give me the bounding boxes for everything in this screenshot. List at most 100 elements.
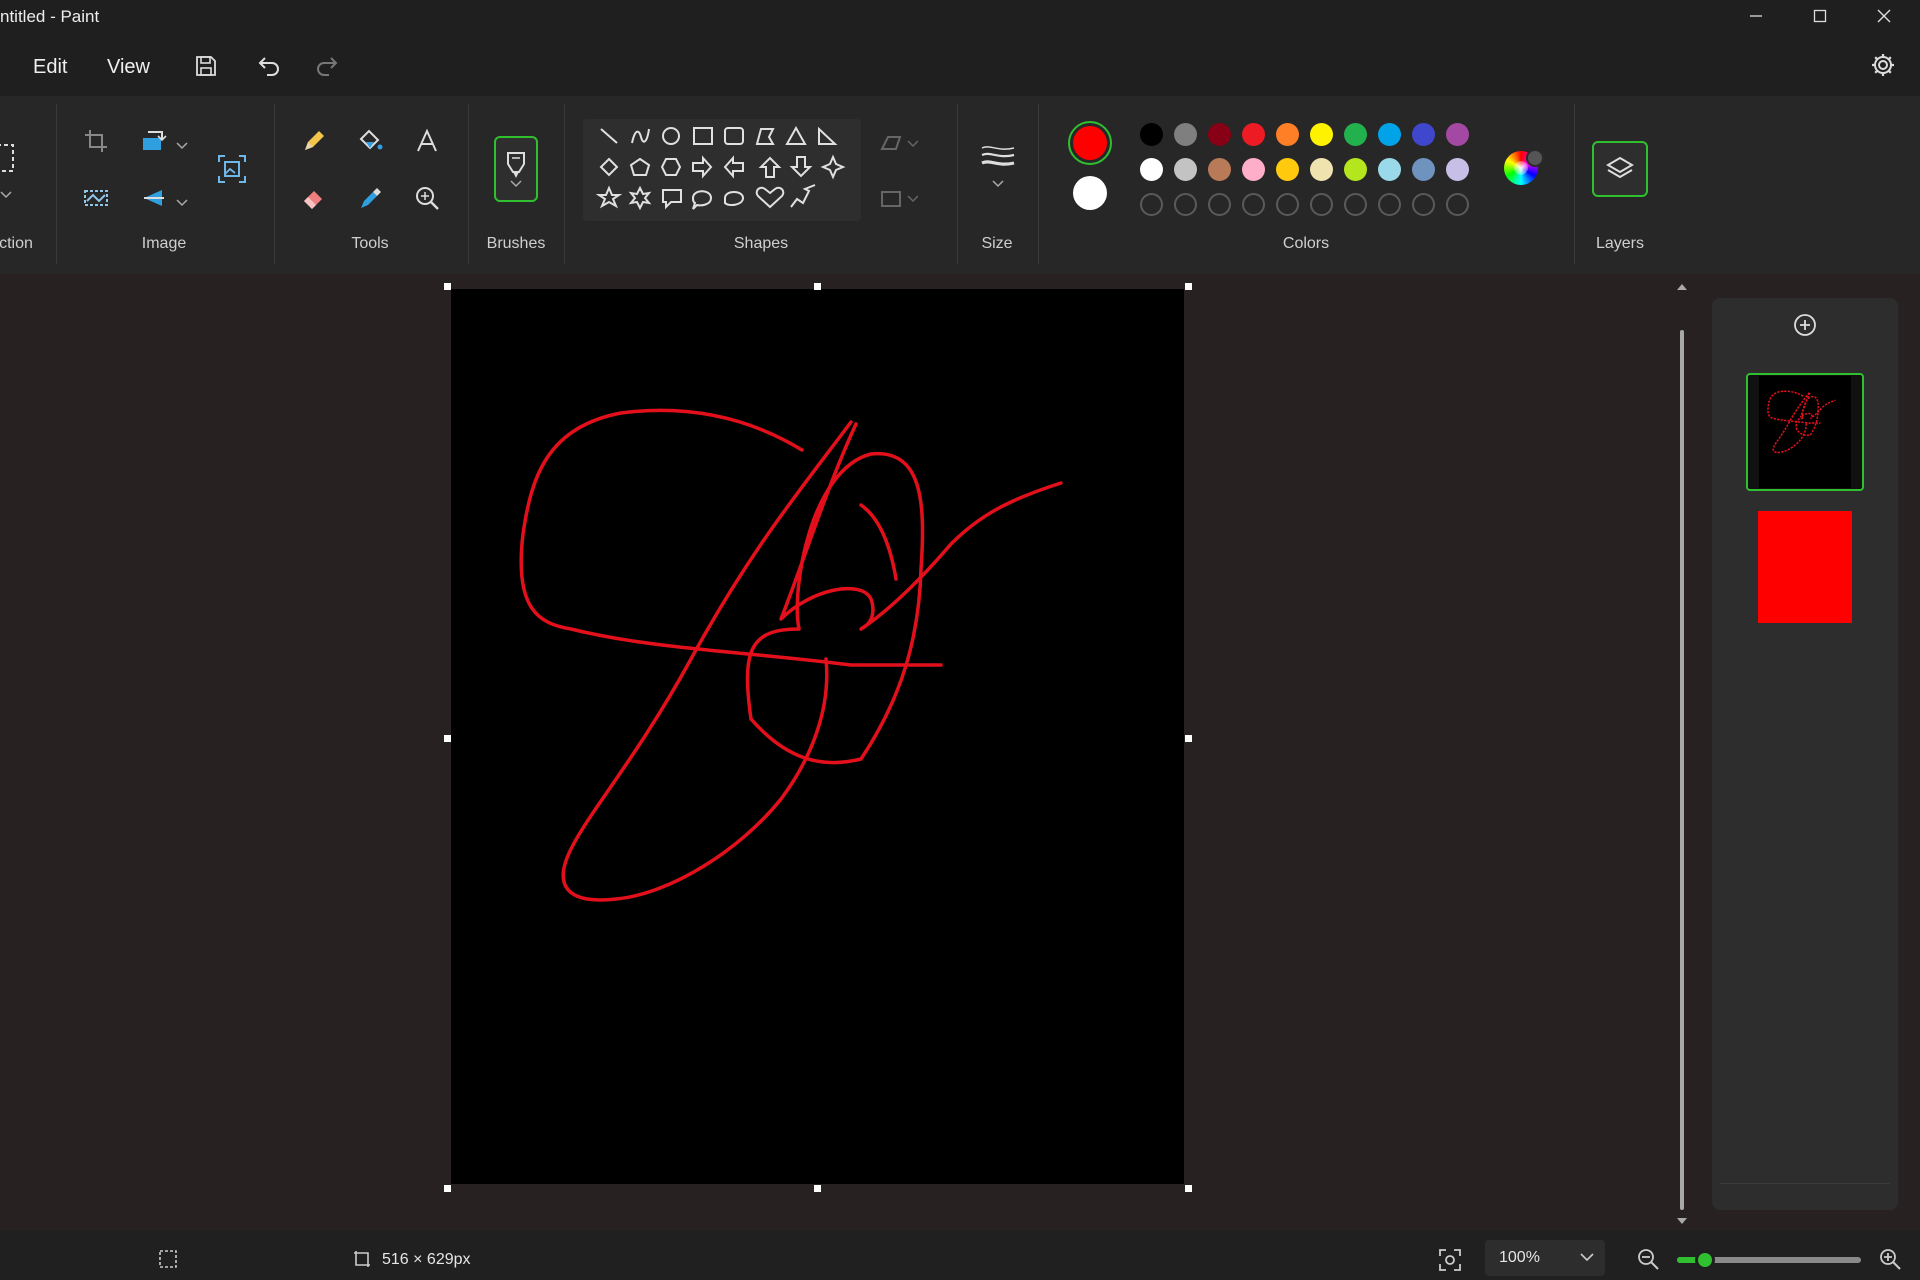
crop-button[interactable] — [74, 119, 118, 163]
brushes-button[interactable] — [494, 136, 538, 202]
palette-swatch[interactable] — [1378, 158, 1401, 181]
palette-swatch[interactable] — [1412, 158, 1435, 181]
rectangular-callout-shape-icon[interactable] — [662, 189, 682, 210]
add-layer-button[interactable] — [1712, 298, 1898, 352]
zoom-slider-thumb[interactable] — [1694, 1250, 1715, 1270]
menu-view[interactable]: View — [107, 56, 150, 79]
custom-color-slot[interactable] — [1412, 193, 1435, 216]
select-dropdown-chevron[interactable] — [0, 186, 12, 204]
settings-button[interactable] — [1862, 44, 1904, 86]
right-triangle-shape-icon[interactable] — [818, 126, 838, 145]
zoom-in-button[interactable] — [1878, 1247, 1902, 1276]
six-point-star-shape-icon[interactable] — [628, 185, 652, 211]
rounded-rectangle-shape-icon[interactable] — [724, 127, 744, 145]
shape-outline-button[interactable] — [876, 121, 920, 165]
save-button[interactable] — [185, 45, 227, 87]
palette-swatch[interactable] — [1310, 123, 1333, 146]
eraser-button[interactable] — [292, 176, 336, 220]
layers-button[interactable] — [1592, 141, 1648, 197]
shape-fill-button[interactable] — [876, 176, 920, 220]
size-button[interactable] — [975, 142, 1021, 204]
custom-color-slot[interactable] — [1310, 193, 1333, 216]
canvas-resize-handle[interactable] — [1185, 283, 1192, 290]
menu-edit[interactable]: Edit — [33, 56, 67, 79]
palette-swatch[interactable] — [1446, 123, 1469, 146]
palette-swatch[interactable] — [1208, 158, 1231, 181]
image-select-button[interactable] — [210, 147, 254, 191]
lightning-shape-icon[interactable] — [790, 184, 816, 208]
layer-thumbnail-drawing[interactable] — [1746, 373, 1864, 491]
fill-button[interactable] — [348, 119, 392, 163]
palette-swatch[interactable] — [1276, 158, 1299, 181]
palette-swatch[interactable] — [1140, 158, 1163, 181]
canvas-resize-handle[interactable] — [444, 735, 451, 742]
canvas-resize-handle[interactable] — [1185, 735, 1192, 742]
palette-swatch[interactable] — [1310, 158, 1333, 181]
oval-shape-icon[interactable] — [662, 127, 680, 145]
cloud-callout-shape-icon[interactable] — [724, 191, 745, 207]
heart-shape-icon[interactable] — [755, 186, 785, 209]
palette-swatch[interactable] — [1344, 158, 1367, 181]
hexagon-shape-icon[interactable] — [660, 158, 682, 176]
redo-button[interactable] — [305, 45, 347, 87]
left-arrow-shape-icon[interactable] — [723, 155, 744, 179]
palette-swatch[interactable] — [1242, 123, 1265, 146]
custom-color-slot[interactable] — [1344, 193, 1367, 216]
palette-swatch[interactable] — [1242, 158, 1265, 181]
canvas-resize-handle[interactable] — [814, 1185, 821, 1192]
custom-color-slot[interactable] — [1174, 193, 1197, 216]
oval-callout-shape-icon[interactable] — [691, 190, 713, 210]
secondary-color-button[interactable] — [1073, 176, 1107, 210]
fit-to-window-button[interactable] — [1438, 1248, 1462, 1277]
vertical-scrollbar[interactable] — [1675, 282, 1689, 1228]
palette-swatch[interactable] — [1174, 123, 1197, 146]
up-arrow-shape-icon[interactable] — [758, 156, 782, 178]
palette-swatch[interactable] — [1446, 158, 1469, 181]
custom-color-slot[interactable] — [1242, 193, 1265, 216]
select-button[interactable] — [0, 136, 32, 180]
text-button[interactable] — [405, 119, 449, 163]
rectangle-shape-icon[interactable] — [693, 127, 713, 145]
four-point-star-shape-icon[interactable] — [820, 154, 846, 180]
undo-button[interactable] — [249, 45, 291, 87]
resize-button[interactable] — [132, 119, 176, 163]
custom-color-slot[interactable] — [1208, 193, 1231, 216]
resize-dropdown-chevron[interactable] — [176, 137, 188, 155]
custom-color-slot[interactable] — [1140, 193, 1163, 216]
palette-swatch[interactable] — [1208, 123, 1231, 146]
drawing-canvas[interactable] — [451, 289, 1184, 1184]
triangle-shape-icon[interactable] — [785, 125, 807, 145]
layer-thumbnail-background[interactable] — [1758, 511, 1852, 623]
primary-color-button[interactable] — [1068, 121, 1112, 165]
five-point-star-shape-icon[interactable] — [595, 185, 623, 209]
magnifier-button[interactable] — [405, 176, 449, 220]
maximize-button[interactable] — [1788, 0, 1852, 32]
palette-swatch[interactable] — [1344, 123, 1367, 146]
image-effects-button[interactable] — [74, 176, 118, 220]
minimize-button[interactable] — [1724, 0, 1788, 32]
canvas-resize-handle[interactable] — [444, 283, 451, 290]
polygon-shape-icon[interactable] — [755, 128, 775, 145]
zoom-slider[interactable] — [1677, 1250, 1861, 1270]
edit-colors-button[interactable] — [1504, 149, 1544, 185]
line-shape-icon[interactable] — [600, 128, 618, 144]
rotate-button[interactable] — [132, 176, 176, 220]
curve-shape-icon[interactable] — [631, 128, 650, 144]
color-picker-button[interactable] — [348, 176, 392, 220]
pencil-button[interactable] — [292, 119, 336, 163]
close-button[interactable] — [1852, 0, 1916, 32]
palette-swatch[interactable] — [1378, 123, 1401, 146]
palette-swatch[interactable] — [1140, 123, 1163, 146]
canvas-resize-handle[interactable] — [814, 283, 821, 290]
rotate-dropdown-chevron[interactable] — [176, 194, 188, 212]
palette-swatch[interactable] — [1174, 158, 1197, 181]
diamond-shape-icon[interactable] — [599, 157, 619, 177]
zoom-dropdown[interactable]: 100% — [1485, 1240, 1605, 1276]
canvas-resize-handle[interactable] — [444, 1185, 451, 1192]
palette-swatch[interactable] — [1276, 123, 1299, 146]
custom-color-slot[interactable] — [1378, 193, 1401, 216]
custom-color-slot[interactable] — [1446, 193, 1469, 216]
palette-swatch[interactable] — [1412, 123, 1435, 146]
canvas-resize-handle[interactable] — [1185, 1185, 1192, 1192]
zoom-out-button[interactable] — [1636, 1247, 1660, 1276]
